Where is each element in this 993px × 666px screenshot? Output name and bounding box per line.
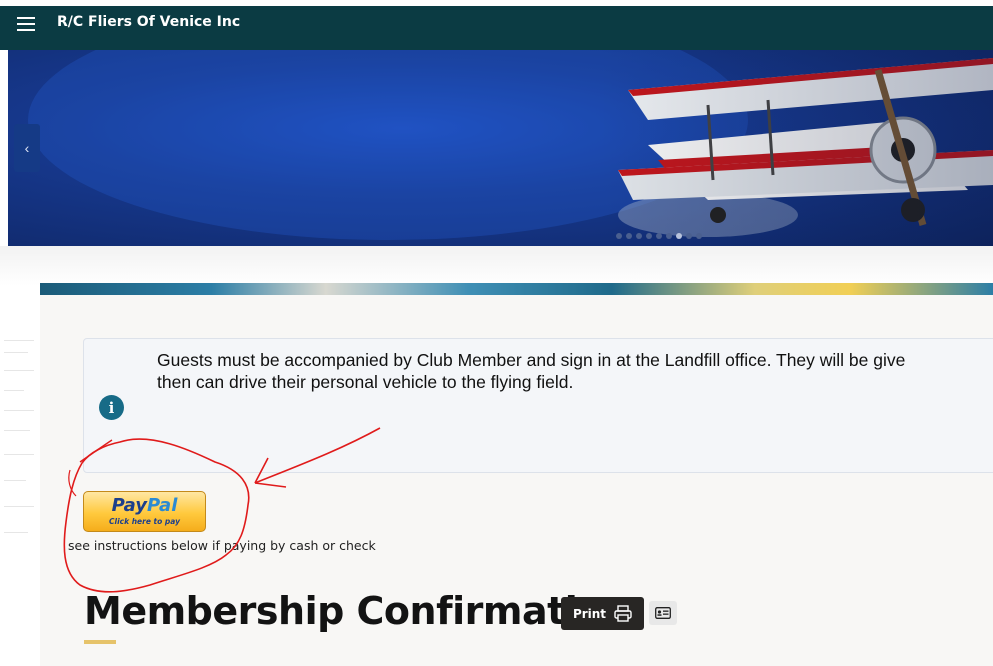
carousel-dot[interactable] xyxy=(626,233,632,239)
alert-line-1: Guests must be accompanied by Club Membe… xyxy=(157,350,906,370)
top-strip xyxy=(0,0,993,6)
content-card: i Guests must be accompanied by Club Mem… xyxy=(40,295,993,666)
carousel-dot[interactable] xyxy=(616,233,622,239)
print-label: Print xyxy=(572,606,607,621)
paypal-logo: PayPal xyxy=(111,495,178,516)
id-card-button[interactable] xyxy=(649,601,677,625)
id-card-icon xyxy=(655,607,671,619)
title-accent-line xyxy=(84,640,116,644)
carousel-dot[interactable] xyxy=(666,233,672,239)
paypal-sub-label: Click here to pay xyxy=(109,517,180,526)
payment-instructions: see instructions below if paying by cash… xyxy=(68,538,376,553)
paypal-pay-button[interactable]: PayPal Click here to pay xyxy=(83,491,206,532)
carousel-prev-button[interactable]: ‹ xyxy=(14,124,40,172)
hamburger-menu-icon[interactable] xyxy=(17,17,35,31)
carousel-dot[interactable] xyxy=(646,233,652,239)
carousel-dot[interactable] xyxy=(696,233,702,239)
decorative-banner xyxy=(40,283,993,295)
hero-carousel: ‹ xyxy=(8,50,993,246)
printer-icon xyxy=(614,605,632,622)
carousel-indicators xyxy=(616,233,702,239)
alert-message: Guests must be accompanied by Club Membe… xyxy=(157,349,993,393)
alert-line-2: then can drive their personal vehicle to… xyxy=(157,372,574,392)
top-bar: R/C Fliers Of Venice Inc xyxy=(0,0,993,50)
carousel-dot-active[interactable] xyxy=(676,233,682,239)
carousel-dot[interactable] xyxy=(636,233,642,239)
page-title: Membership Confirmation xyxy=(84,589,630,633)
carousel-dot[interactable] xyxy=(686,233,692,239)
info-icon: i xyxy=(99,395,124,420)
background-decoration xyxy=(0,330,38,630)
chevron-left-icon: ‹ xyxy=(24,140,30,156)
print-button[interactable]: Print xyxy=(561,597,644,630)
carousel-dot[interactable] xyxy=(656,233,662,239)
site-title[interactable]: R/C Fliers Of Venice Inc xyxy=(57,14,240,30)
info-alert: i Guests must be accompanied by Club Mem… xyxy=(83,338,993,473)
